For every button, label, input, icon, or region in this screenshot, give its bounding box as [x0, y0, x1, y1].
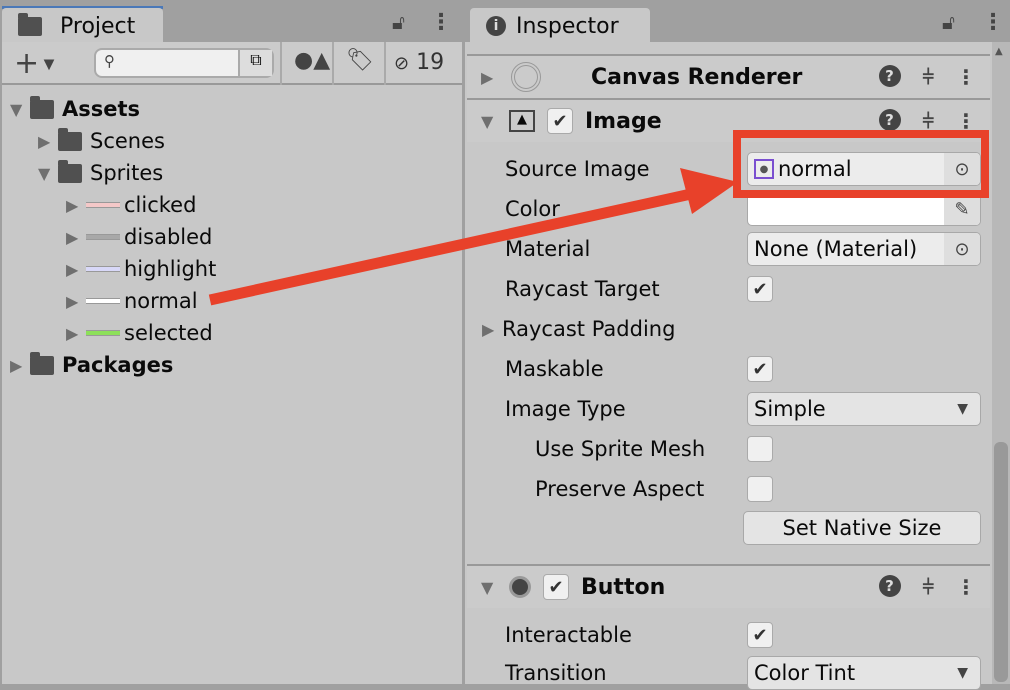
arrow-shaft: [208, 186, 702, 306]
arrow-head: [680, 168, 738, 214]
annotation-arrow: [208, 168, 738, 306]
